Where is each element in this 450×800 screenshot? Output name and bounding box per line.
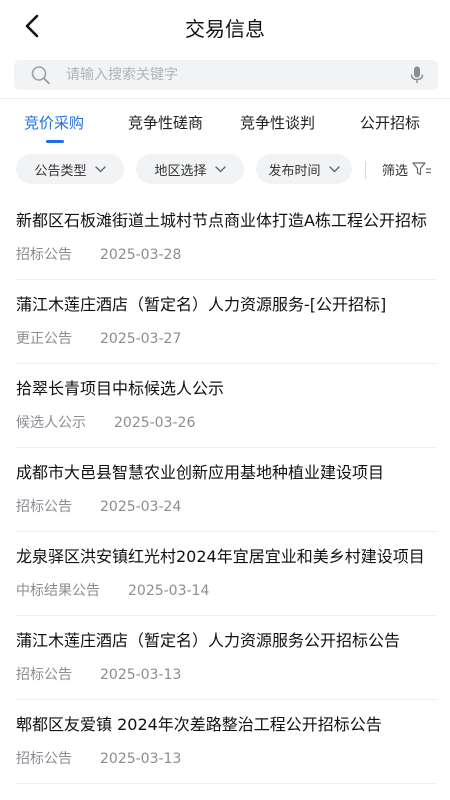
header: 交易信息 <box>0 0 450 54</box>
filter-notice-type[interactable]: 公告类型 <box>16 154 124 184</box>
divider <box>0 98 450 99</box>
notice-type: 招标公告 <box>16 667 72 683</box>
chevron-down-icon <box>214 165 226 172</box>
tab-competitive-consultation[interactable]: 竞争性磋商 <box>128 112 203 133</box>
item-meta: 中标结果公告 2025-03-14 <box>16 580 209 600</box>
item-title: 成都市大邑县智慧农业创新应用基地种植业建设项目 <box>16 463 385 482</box>
item-title: 蒲江木莲庄酒店（暂定名）人力资源服务公开招标公告 <box>16 631 401 650</box>
notice-type: 招标公告 <box>16 751 72 767</box>
item-title: 新都区石板滩街道土城村节点商业体打造A栋工程公开招标 <box>16 211 427 230</box>
item-meta: 招标公告 2025-03-13 <box>16 664 181 684</box>
filter-bar: 公告类型 地区选择 发布时间 筛选 <box>0 154 450 186</box>
active-tab-indicator <box>46 140 64 143</box>
item-meta: 招标公告 2025-03-13 <box>16 748 181 768</box>
list-item[interactable]: 龙泉驿区洪安镇红光村2024年宜居宜业和美乡村建设项目 中标结果公告 2025-0… <box>16 532 436 616</box>
chevron-down-icon <box>328 165 340 172</box>
filter-region[interactable]: 地区选择 <box>136 154 244 184</box>
item-meta: 更正公告 2025-03-27 <box>16 328 181 348</box>
notice-date: 2025-03-28 <box>100 247 182 263</box>
tab-public-tender[interactable]: 公开招标 <box>360 112 420 133</box>
item-title: 拾翠长青项目中标候选人公示 <box>16 379 225 398</box>
notice-type: 中标结果公告 <box>16 583 100 599</box>
tab-competitive-negotiation[interactable]: 竞争性谈判 <box>240 112 315 133</box>
list-item[interactable]: 蒲江木莲庄酒店（暂定名）人力资源服务-[公开招标] 更正公告 2025-03-27 <box>16 280 436 364</box>
list-item[interactable]: 成都市大邑县智慧农业创新应用基地种植业建设项目 招标公告 2025-03-24 <box>16 448 436 532</box>
item-meta: 候选人公示 2025-03-26 <box>16 412 195 432</box>
page-title: 交易信息 <box>185 17 265 41</box>
notice-date: 2025-03-27 <box>100 331 182 347</box>
search-icon <box>31 66 50 85</box>
notice-type: 招标公告 <box>16 247 72 263</box>
list-item[interactable]: 新都区石板滩街道土城村节点商业体打造A栋工程公开招标 招标公告 2025-03-2… <box>16 196 436 280</box>
search-input[interactable] <box>66 60 406 90</box>
item-meta: 招标公告 2025-03-24 <box>16 496 181 516</box>
screen-button[interactable]: 筛选 <box>382 154 432 184</box>
item-meta: 招标公告 2025-03-28 <box>16 244 181 264</box>
list-item[interactable]: 郫都区友爱镇 2024年次差路整治工程公开招标公告 招标公告 2025-03-13 <box>16 700 436 784</box>
filter-publish-time[interactable]: 发布时间 <box>256 154 352 184</box>
notice-type: 更正公告 <box>16 331 72 347</box>
filter-separator <box>365 161 366 179</box>
chevron-down-icon <box>94 165 106 172</box>
list-item[interactable]: 蒲江木莲庄酒店（暂定名）人力资源服务公开招标公告 招标公告 2025-03-13 <box>16 616 436 700</box>
tab-bidding-procurement[interactable]: 竞价采购 <box>24 112 84 133</box>
item-title: 蒲江木莲庄酒店（暂定名）人力资源服务-[公开招标] <box>16 295 387 314</box>
notice-type: 招标公告 <box>16 499 72 515</box>
item-title: 郫都区友爱镇 2024年次差路整治工程公开招标公告 <box>16 715 382 734</box>
tab-bar: 竞价采购 竞争性磋商 竞争性谈判 公开招标 <box>0 100 450 144</box>
notice-type: 候选人公示 <box>16 415 86 431</box>
notice-date: 2025-03-13 <box>100 667 182 683</box>
notice-date: 2025-03-24 <box>100 499 182 515</box>
notice-date: 2025-03-14 <box>128 583 210 599</box>
microphone-icon[interactable] <box>410 66 424 84</box>
notice-date: 2025-03-13 <box>100 751 182 767</box>
funnel-icon <box>412 162 432 176</box>
filter-publish-time-label: 发布时间 <box>268 163 321 179</box>
filter-region-label: 地区选择 <box>154 163 207 179</box>
filter-notice-type-label: 公告类型 <box>34 163 87 179</box>
search-bar[interactable] <box>14 60 438 90</box>
screen-label: 筛选 <box>382 163 409 179</box>
notice-list: 新都区石板滩街道土城村节点商业体打造A栋工程公开招标 招标公告 2025-03-2… <box>0 196 450 784</box>
item-title: 龙泉驿区洪安镇红光村2024年宜居宜业和美乡村建设项目 <box>16 547 425 566</box>
notice-date: 2025-03-26 <box>114 415 196 431</box>
list-item[interactable]: 拾翠长青项目中标候选人公示 候选人公示 2025-03-26 <box>16 364 436 448</box>
